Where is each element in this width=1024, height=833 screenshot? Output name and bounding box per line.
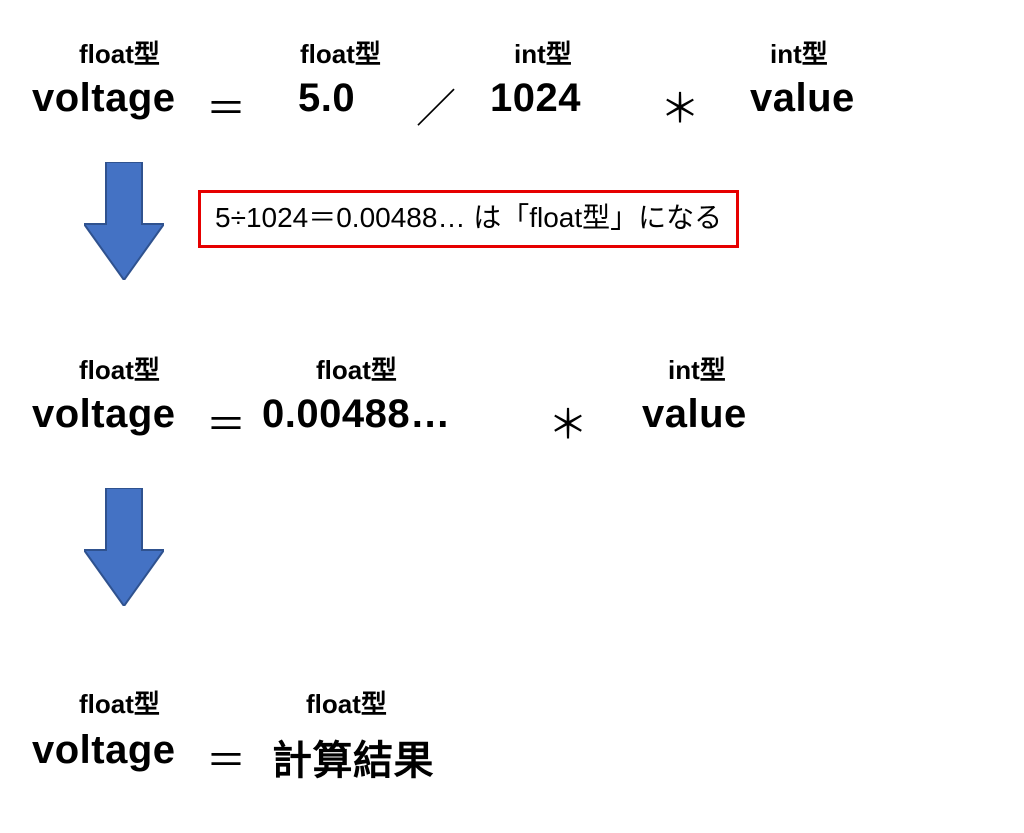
row1-divide: ／	[416, 76, 457, 134]
row1-voltage: voltage	[32, 76, 176, 121]
row1-value: value	[750, 76, 855, 121]
row2-value: value	[642, 392, 747, 437]
down-arrow-icon	[84, 488, 164, 606]
row2-equals: ＝	[206, 392, 247, 450]
row2-multiply: ＊	[548, 392, 589, 450]
type-label-row1-value: int型	[770, 34, 828, 71]
type-label-row2-value: int型	[668, 350, 726, 387]
type-label-row3-result: float型	[306, 684, 387, 721]
row3-result: 計算結果	[272, 728, 434, 786]
down-arrow-icon	[84, 162, 164, 280]
type-label-row1-five: float型	[300, 34, 381, 71]
row1-equals: ＝	[206, 76, 247, 134]
row3-voltage: voltage	[32, 728, 176, 773]
row3-equals: ＝	[206, 728, 247, 786]
diagram-stage: float型 float型 int型 int型 voltage ＝ 5.0 ／ …	[0, 0, 1024, 833]
row1-1024: 1024	[490, 76, 581, 121]
row2-result: 0.00488…	[262, 392, 451, 437]
row1-multiply: ＊	[660, 76, 701, 134]
row2-voltage: voltage	[32, 392, 176, 437]
type-label-row3-voltage: float型	[79, 684, 160, 721]
type-label-row1-1024: int型	[514, 34, 572, 71]
type-label-row1-voltage: float型	[79, 34, 160, 71]
type-label-row2-result: float型	[316, 350, 397, 387]
row1-five: 5.0	[298, 76, 355, 121]
type-label-row2-voltage: float型	[79, 350, 160, 387]
callout-box: 5÷1024＝0.00488… は「float型」になる	[198, 190, 739, 248]
